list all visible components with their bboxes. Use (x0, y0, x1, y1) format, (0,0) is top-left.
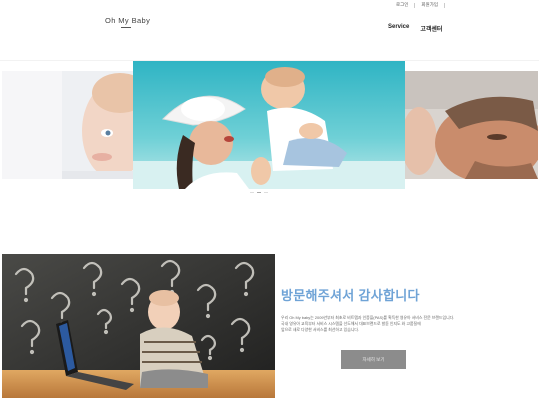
top-link-divider (443, 2, 445, 8)
nav-item-customer-center[interactable]: 고객센터 (420, 24, 442, 33)
welcome-description: 우리 Oh My baby는 2009년부터 최초로 비트맵과 인증을(PAS)… (281, 315, 469, 333)
slider-dot[interactable] (250, 192, 254, 193)
nav-item-service[interactable]: Service (388, 24, 409, 33)
slide-mother-baby-beach[interactable] (133, 61, 405, 189)
site-logo[interactable]: Oh My Baby (105, 16, 150, 25)
read-more-button[interactable]: 자세히 보기 (341, 350, 406, 369)
slider-dot-active[interactable] (257, 192, 261, 193)
father-baby-image (405, 71, 538, 179)
main-nav: Service 고객센터 (388, 24, 442, 33)
top-link-divider (414, 2, 416, 8)
logo-underline (121, 27, 131, 28)
welcome-title: 방문해주셔서 감사합니다 (281, 288, 420, 303)
welcome-image (2, 254, 275, 398)
slider-indicators (250, 192, 268, 193)
signup-link[interactable]: 회원가입 (421, 2, 438, 8)
baby-portrait-image (2, 71, 133, 179)
top-links: 로그인 회원가입 (396, 2, 445, 8)
baby-laptop-chalkboard-image (2, 254, 275, 398)
login-link[interactable]: 로그인 (396, 2, 408, 8)
slide-baby-portrait[interactable] (2, 71, 133, 179)
welcome-description-line: 앞으로 새로 다양한 서비스를 최선하고 있습니다. (281, 327, 360, 332)
slide-father-baby[interactable] (405, 71, 538, 179)
slider-dot[interactable] (264, 192, 268, 193)
hero-slider (0, 61, 539, 191)
mother-baby-beach-image (133, 61, 405, 189)
